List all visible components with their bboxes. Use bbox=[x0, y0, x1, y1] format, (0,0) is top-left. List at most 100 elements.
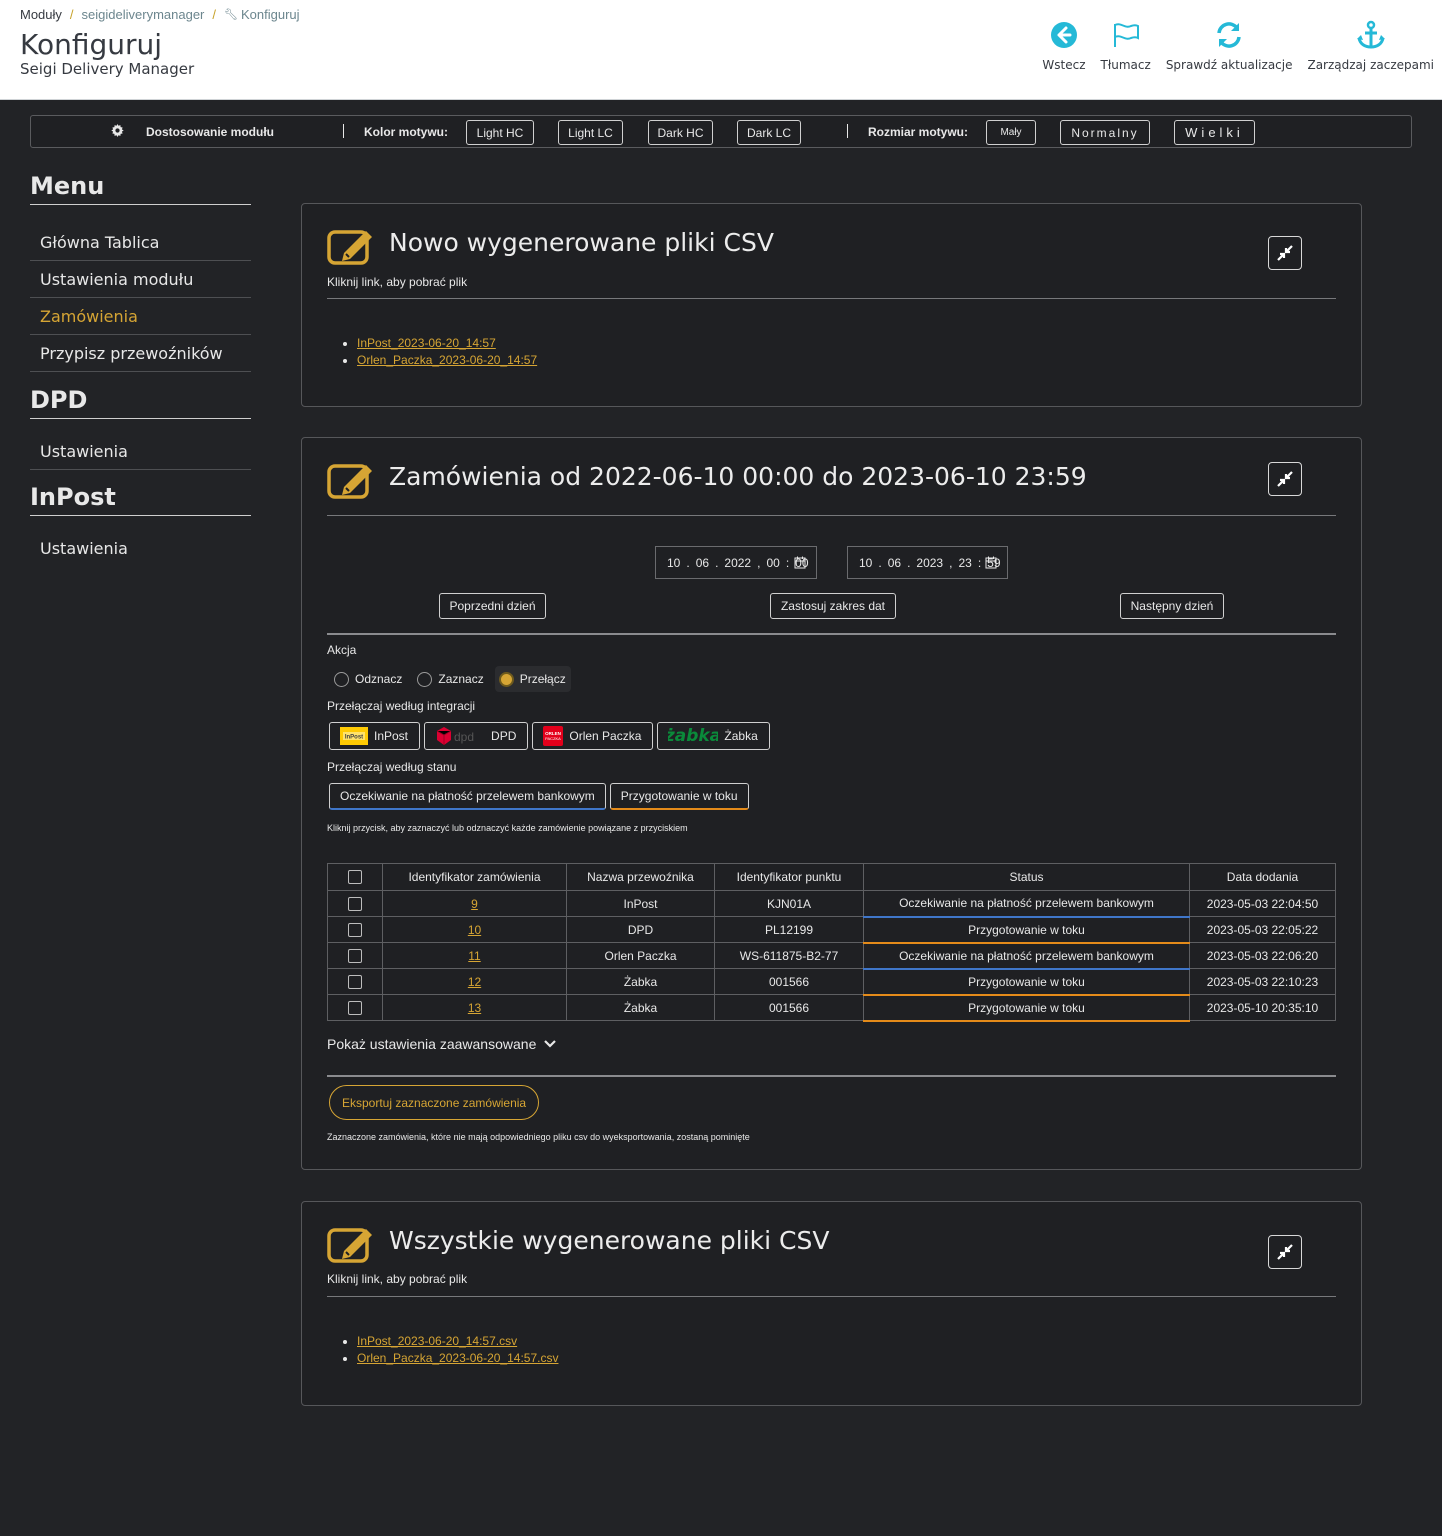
breadcrumb-current: Konfiguruj bbox=[240, 7, 300, 22]
radio-toggle[interactable]: Przełącz bbox=[494, 666, 571, 692]
sidebar-item-module-settings[interactable]: Ustawienia modułu bbox=[30, 261, 251, 298]
theme-dark-hc-button[interactable]: Dark HC bbox=[648, 120, 713, 145]
divider bbox=[847, 124, 848, 138]
order-id-link[interactable]: 11 bbox=[468, 949, 480, 963]
radio-label: Przełącz bbox=[519, 672, 566, 686]
sidebar-item-orders[interactable]: Zamówienia bbox=[30, 298, 251, 335]
panel-subtitle: Kliknij link, aby pobrać plik bbox=[327, 275, 468, 289]
radio-circle bbox=[334, 671, 349, 687]
sidebar-heading-dpd: DPD bbox=[30, 386, 251, 419]
sidebar-item-dashboard[interactable]: Główna Tablica bbox=[30, 224, 251, 261]
collapse-button[interactable] bbox=[1268, 462, 1302, 496]
all-files-list: InPost_2023-06-20_14:57.csv Orlen_Paczka… bbox=[357, 1333, 558, 1367]
sidebar-item-inpost-settings[interactable]: Ustawienia bbox=[30, 530, 251, 560]
state-toggle-group: Oczekiwanie na płatność przelewem bankow… bbox=[329, 783, 749, 810]
order-id-cell: 13 bbox=[382, 994, 567, 1021]
csv-file-link[interactable]: InPost_2023-06-20_14:57 bbox=[357, 336, 496, 350]
collapse-button[interactable] bbox=[1268, 236, 1302, 270]
theme-dark-lc-button[interactable]: Dark LC bbox=[737, 120, 801, 145]
size-small-button[interactable]: Mały bbox=[986, 120, 1036, 145]
column-header[interactable]: Identyfikator punktu bbox=[714, 863, 864, 891]
date-cell: 2023-05-03 22:04:50 bbox=[1189, 890, 1336, 917]
csv-file-link[interactable]: Orlen_Paczka_2023-06-20_14:57.csv bbox=[357, 1351, 558, 1365]
row-checkbox[interactable] bbox=[348, 896, 362, 911]
order-id-link[interactable]: 10 bbox=[468, 923, 481, 937]
column-header[interactable]: Status bbox=[863, 863, 1190, 891]
toggle-orlen-button[interactable]: ORLEN PACZKA Orlen Paczka bbox=[532, 722, 654, 750]
divider bbox=[327, 515, 1336, 516]
row-checkbox[interactable] bbox=[348, 974, 362, 989]
csv-file-link[interactable]: InPost_2023-06-20_14:57.csv bbox=[357, 1334, 517, 1348]
manage-hooks-label: Zarządzaj zaczepami bbox=[1307, 58, 1434, 72]
column-header[interactable]: Data dodania bbox=[1189, 863, 1336, 891]
collapse-button[interactable] bbox=[1268, 1235, 1302, 1269]
toggle-dpd-button[interactable]: dpd DPD bbox=[424, 722, 529, 750]
orlen-paczka-logo-icon: ORLENPACZKA bbox=[543, 726, 564, 746]
compress-icon bbox=[1277, 1244, 1293, 1260]
next-day-button[interactable]: Następny dzień bbox=[1120, 593, 1224, 619]
sidebar-item-dpd-settings[interactable]: Ustawienia bbox=[30, 433, 251, 470]
column-header[interactable]: Identyfikator zamówienia bbox=[382, 863, 567, 891]
table-row: 12 Żabka 001566 Przygotowanie w toku 202… bbox=[327, 968, 1336, 996]
export-note: Zaznaczone zamówienia, które nie mają od… bbox=[327, 1132, 750, 1142]
translate-button[interactable]: Tłumacz bbox=[1101, 20, 1151, 72]
sidebar-item-assign-carriers[interactable]: Przypisz przewoźników bbox=[30, 335, 251, 372]
order-id-link[interactable]: 9 bbox=[471, 897, 478, 911]
page-title: Konfiguruj bbox=[20, 28, 163, 61]
order-id-link[interactable]: 13 bbox=[468, 1001, 481, 1015]
panel-title: Zamówienia od 2022-06-10 00:00 do 2023-0… bbox=[389, 462, 1087, 491]
breadcrumb-separator: / bbox=[69, 7, 74, 22]
table-row: 10 DPD PL12199 Przygotowanie w toku 2023… bbox=[327, 916, 1336, 944]
toggle-zabka-button[interactable]: żabka Żabka bbox=[657, 722, 770, 750]
header-toolbar: Wstecz Tłumacz Sprawdź aktualizacje Zarz… bbox=[1042, 20, 1434, 72]
check-updates-label: Sprawdź aktualizacje bbox=[1165, 58, 1293, 72]
date-to-year: 2023 bbox=[916, 555, 944, 570]
radio-uncheck[interactable]: Odznacz bbox=[330, 666, 407, 692]
size-normal-button[interactable]: Normalny bbox=[1060, 120, 1150, 145]
radio-check[interactable]: Zaznacz bbox=[413, 666, 488, 692]
size-large-button[interactable]: Wielki bbox=[1174, 120, 1255, 145]
csv-file-link[interactable]: Orlen_Paczka_2023-06-20_14:57 bbox=[357, 353, 537, 367]
previous-day-button[interactable]: Poprzedni dzień bbox=[439, 593, 546, 619]
select-all-checkbox[interactable] bbox=[348, 870, 362, 885]
calendar-icon[interactable] bbox=[794, 556, 806, 569]
back-button[interactable]: Wstecz bbox=[1042, 20, 1086, 72]
gear-icon bbox=[111, 124, 124, 137]
date-to-input[interactable]: 10. 06. 2023, 23:59 bbox=[847, 546, 1008, 579]
date-to-day: 10 bbox=[859, 555, 873, 570]
sidebar-heading-inpost: InPost bbox=[30, 483, 251, 516]
panel-title: Nowo wygenerowane pliki CSV bbox=[389, 228, 774, 257]
date-from-input[interactable]: 10. 06. 2022, 00:00 bbox=[655, 546, 817, 579]
calendar-icon[interactable] bbox=[985, 556, 997, 569]
apply-date-range-button[interactable]: Zastosuj zakres dat bbox=[770, 593, 896, 619]
chevron-down-icon bbox=[544, 1040, 557, 1048]
sidebar: Menu Główna Tablica Ustawienia modułu Za… bbox=[30, 172, 251, 560]
module-customization-label: Dostosowanie modułu bbox=[146, 124, 275, 139]
order-id-link[interactable]: 12 bbox=[468, 975, 481, 989]
breadcrumb-module[interactable]: seigideliverymanager bbox=[82, 7, 205, 22]
toggle-inpost-button[interactable]: InPost InPost bbox=[329, 722, 421, 750]
row-checkbox[interactable] bbox=[348, 922, 362, 937]
breadcrumb-modules[interactable]: Moduły bbox=[20, 7, 62, 22]
row-checkbox[interactable] bbox=[348, 1000, 362, 1015]
theme-light-hc-button[interactable]: Light HC bbox=[466, 120, 534, 145]
date-from-hour: 00 bbox=[766, 555, 780, 570]
manage-hooks-button[interactable]: Zarządzaj zaczepami bbox=[1307, 20, 1434, 72]
column-header[interactable]: Nazwa przewoźnika bbox=[566, 863, 715, 891]
show-advanced-settings-toggle[interactable]: Pokaż ustawienia zaawansowane bbox=[327, 1036, 557, 1052]
compress-icon bbox=[1277, 245, 1293, 261]
toggle-state-awaiting-payment-button[interactable]: Oczekiwanie na płatność przelewem bankow… bbox=[329, 783, 606, 810]
advanced-settings-label: Pokaż ustawienia zaawansowane bbox=[327, 1036, 537, 1052]
date-from-month: 06 bbox=[695, 555, 710, 570]
status-cell: Przygotowanie w toku bbox=[863, 994, 1190, 1022]
date-cell: 2023-05-03 22:05:22 bbox=[1189, 916, 1336, 943]
check-updates-button[interactable]: Sprawdź aktualizacje bbox=[1165, 20, 1293, 72]
theme-light-lc-button[interactable]: Light LC bbox=[558, 120, 623, 145]
status-cell: Przygotowanie w toku bbox=[863, 916, 1190, 944]
panel-title: Wszystkie wygenerowane pliki CSV bbox=[389, 1226, 830, 1255]
date-to-hour: 23 bbox=[958, 555, 972, 570]
export-selected-orders-button[interactable]: Eksportuj zaznaczone zamówienia bbox=[329, 1085, 540, 1120]
zabka-logo-icon: żabka bbox=[668, 726, 718, 746]
toggle-state-processing-button[interactable]: Przygotowanie w toku bbox=[609, 783, 749, 810]
row-checkbox[interactable] bbox=[348, 948, 362, 963]
